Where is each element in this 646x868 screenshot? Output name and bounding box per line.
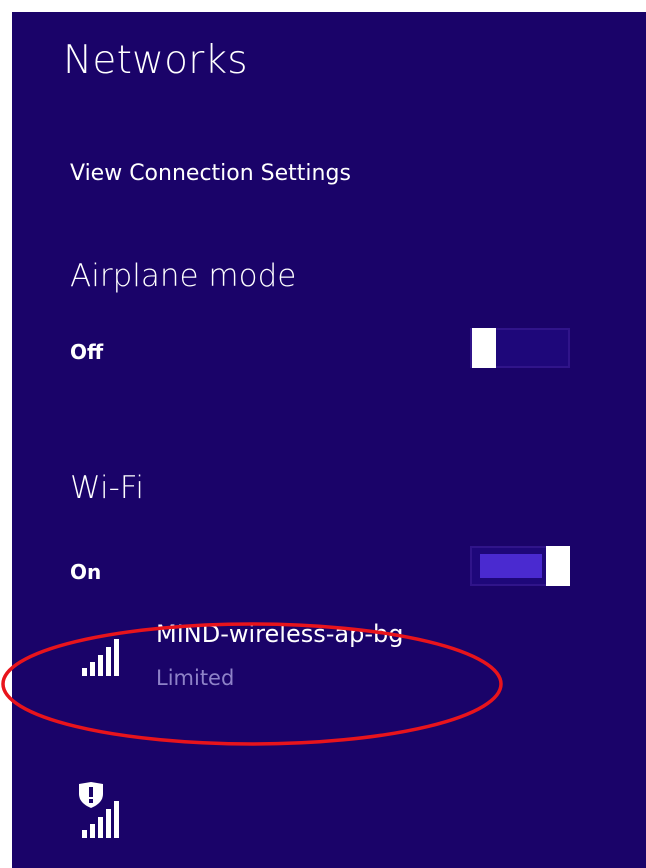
panel-title: Networks [63,38,248,83]
wifi-title: Wi-Fi [70,470,144,506]
network-status: Limited [156,666,235,690]
airplane-mode-state: Off [70,340,104,364]
toggle-fill [480,554,542,578]
toggle-thumb [472,328,496,368]
toggle-thumb [546,546,570,586]
networks-panel: Networks View Connection Settings Airpla… [12,12,646,868]
secured-wifi-signal-icon[interactable] [76,782,130,840]
network-item[interactable]: MIND-wireless-ap-bg Limited [72,608,552,700]
network-name: MIND-wireless-ap-bg [156,620,404,648]
wifi-signal-icon [82,639,119,676]
airplane-mode-toggle[interactable] [470,328,570,368]
airplane-mode-title: Airplane mode [70,258,297,294]
wifi-toggle[interactable] [470,546,570,586]
wifi-state: On [70,560,102,584]
view-connection-settings-link[interactable]: View Connection Settings [70,161,351,186]
screenshot-frame: Networks View Connection Settings Airpla… [0,0,646,868]
